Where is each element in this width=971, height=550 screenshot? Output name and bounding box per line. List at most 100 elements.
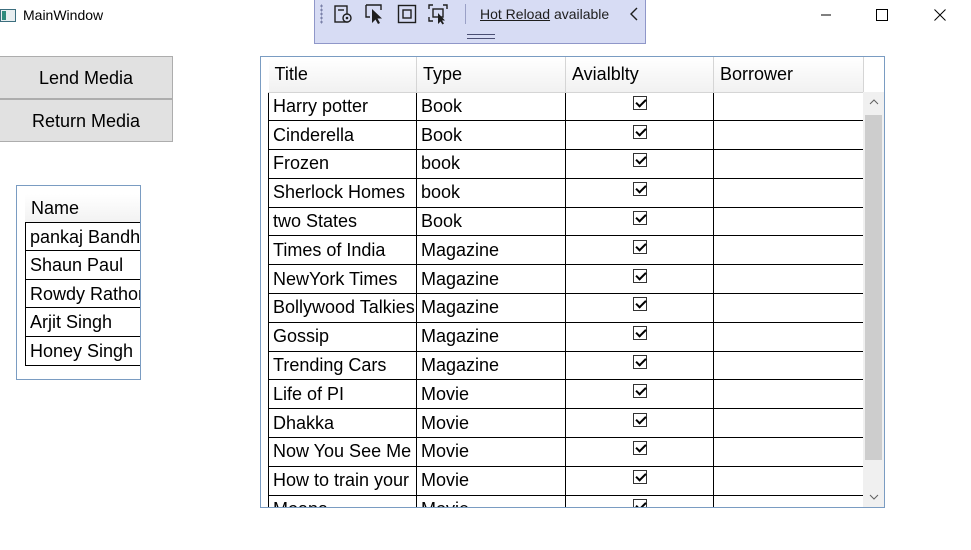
list-item[interactable]: Shaun Paul — [25, 250, 140, 280]
table-row[interactable]: Harry potter Book — [268, 91, 864, 122]
table-row[interactable]: NewYork Times Magazine — [268, 264, 864, 295]
cell-borrower[interactable] — [713, 91, 864, 122]
cell-availability[interactable] — [565, 437, 714, 467]
table-row[interactable]: How to train your Movie — [268, 465, 864, 496]
availability-checkbox[interactable] — [632, 499, 647, 507]
scroll-up-button[interactable] — [863, 92, 884, 112]
cell-type[interactable]: Book — [416, 120, 566, 151]
toolbar-grip[interactable] — [320, 4, 323, 24]
cell-title[interactable]: Now You See Me — [268, 437, 417, 467]
cell-title[interactable]: Moana — [268, 494, 417, 507]
cell-type[interactable]: Movie — [416, 437, 566, 467]
cell-borrower[interactable] — [713, 206, 864, 237]
availability-checkbox[interactable] — [632, 268, 647, 283]
table-row[interactable]: Sherlock Homes book — [268, 177, 864, 208]
cell-type[interactable]: Magazine — [416, 235, 566, 266]
cell-type[interactable]: Movie — [416, 494, 566, 507]
availability-checkbox[interactable] — [632, 124, 647, 139]
cell-title[interactable]: Sherlock Homes — [268, 177, 417, 208]
scrollbar-thumb[interactable] — [865, 115, 882, 460]
list-item[interactable]: Honey Singh — [25, 337, 140, 366]
table-row[interactable]: Trending Cars Magazine — [268, 350, 864, 381]
cell-title[interactable]: Gossip — [268, 321, 417, 352]
availability-checkbox[interactable] — [632, 355, 647, 370]
cell-borrower[interactable] — [713, 494, 864, 507]
media-grid[interactable]: Title Type Avialblty Borrower Harry pott… — [260, 56, 885, 508]
cell-title[interactable]: Bollywood Talkies — [268, 293, 417, 323]
cell-type[interactable]: Magazine — [416, 264, 566, 295]
availability-checkbox[interactable] — [632, 383, 647, 398]
table-row[interactable]: Gossip Magazine — [268, 321, 864, 352]
return-media-button[interactable]: Return Media — [0, 99, 173, 142]
cell-availability[interactable] — [565, 264, 714, 295]
availability-checkbox[interactable] — [632, 211, 647, 226]
collapse-toolbar-button[interactable] — [627, 4, 641, 24]
cell-borrower[interactable] — [713, 120, 864, 151]
cell-title[interactable]: How to train your — [268, 465, 417, 496]
cell-availability[interactable] — [565, 293, 714, 323]
lend-media-button[interactable]: Lend Media — [0, 56, 173, 99]
cell-title[interactable]: Frozen — [268, 149, 417, 179]
cell-borrower[interactable] — [713, 177, 864, 208]
table-row[interactable]: Now You See Me Movie — [268, 437, 864, 467]
cell-borrower[interactable] — [713, 408, 864, 439]
availability-checkbox[interactable] — [632, 470, 647, 485]
cell-borrower[interactable] — [713, 379, 864, 410]
track-focus-button[interactable] — [427, 3, 449, 25]
column-header-type[interactable]: Type — [416, 57, 566, 93]
availability-checkbox[interactable] — [632, 326, 647, 341]
cell-type[interactable]: Movie — [416, 408, 566, 439]
list-item[interactable]: Arjit Singh — [25, 308, 140, 338]
cell-borrower[interactable] — [713, 321, 864, 352]
availability-checkbox[interactable] — [632, 297, 647, 312]
cell-borrower[interactable] — [713, 149, 864, 179]
cell-borrower[interactable] — [713, 350, 864, 381]
cell-availability[interactable] — [565, 379, 714, 410]
cell-borrower[interactable] — [713, 264, 864, 295]
availability-checkbox[interactable] — [632, 412, 647, 427]
layout-adorners-button[interactable] — [396, 3, 418, 25]
column-header-availability[interactable]: Avialblty — [565, 57, 714, 93]
availability-checkbox[interactable] — [632, 153, 647, 168]
cell-type[interactable]: Magazine — [416, 293, 566, 323]
table-row[interactable]: Life of PI Movie — [268, 379, 864, 410]
cell-type[interactable]: book — [416, 149, 566, 179]
live-visual-tree-button[interactable] — [332, 3, 354, 25]
cell-availability[interactable] — [565, 321, 714, 352]
cell-borrower[interactable] — [713, 465, 864, 496]
vertical-scrollbar[interactable] — [863, 92, 884, 507]
close-button[interactable] — [917, 0, 963, 30]
minimize-button[interactable] — [803, 0, 849, 30]
toolbar-drag-handle[interactable] — [467, 34, 495, 39]
maximize-button[interactable] — [859, 0, 905, 30]
cell-availability[interactable] — [565, 494, 714, 507]
cell-title[interactable]: Life of PI — [268, 379, 417, 410]
cell-availability[interactable] — [565, 120, 714, 151]
table-row[interactable]: Dhakka Movie — [268, 408, 864, 439]
cell-type[interactable]: Magazine — [416, 350, 566, 381]
cell-borrower[interactable] — [713, 235, 864, 266]
table-row[interactable]: two States Book — [268, 206, 864, 237]
select-element-button[interactable] — [364, 3, 386, 25]
cell-type[interactable]: Movie — [416, 465, 566, 496]
table-row[interactable]: Bollywood Talkies Magazine — [268, 293, 864, 323]
cell-availability[interactable] — [565, 235, 714, 266]
table-row[interactable]: Times of India Magazine — [268, 235, 864, 266]
availability-checkbox[interactable] — [632, 182, 647, 197]
cell-type[interactable]: Book — [416, 206, 566, 237]
cell-title[interactable]: NewYork Times — [268, 264, 417, 295]
availability-checkbox[interactable] — [632, 239, 647, 254]
list-item[interactable]: Rowdy Rathore — [25, 279, 140, 309]
borrower-list[interactable]: Name pankaj Bandhu Shaun Paul Rowdy Rath… — [16, 185, 141, 380]
cell-availability[interactable] — [565, 206, 714, 237]
cell-availability[interactable] — [565, 91, 714, 122]
list-item[interactable]: pankaj Bandhu — [25, 222, 140, 251]
cell-type[interactable]: Book — [416, 91, 566, 122]
cell-type[interactable]: Magazine — [416, 321, 566, 352]
column-header-title[interactable]: Title — [268, 57, 417, 93]
cell-type[interactable]: Movie — [416, 379, 566, 410]
cell-borrower[interactable] — [713, 437, 864, 467]
column-header-name[interactable]: Name — [25, 194, 140, 222]
cell-availability[interactable] — [565, 465, 714, 496]
cell-title[interactable]: Times of India — [268, 235, 417, 266]
